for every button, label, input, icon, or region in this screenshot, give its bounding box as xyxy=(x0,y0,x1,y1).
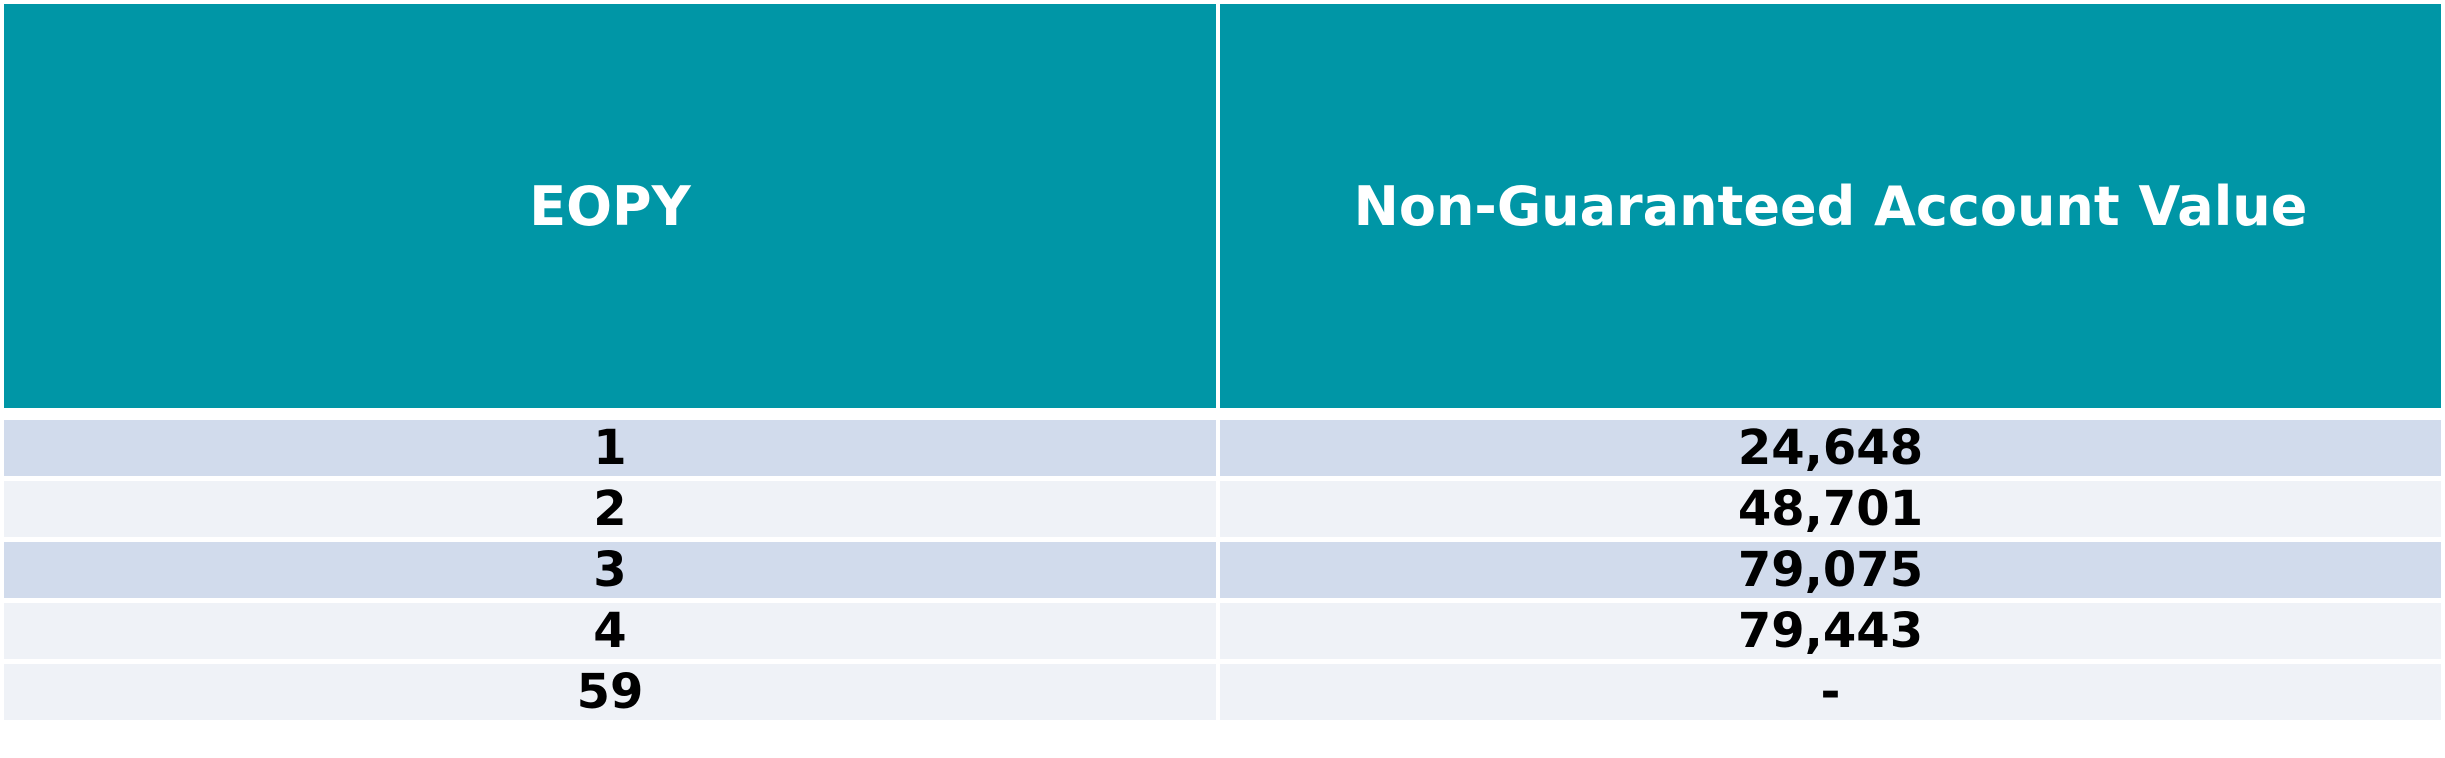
header-row: EOPY Non-Guaranteed Account Value xyxy=(4,4,2441,420)
table-row: 3 79,075 xyxy=(4,542,2441,603)
cell-account-value: 24,648 xyxy=(1220,420,2441,481)
cell-account-value: 48,701 xyxy=(1220,481,2441,542)
cell-eopy: 3 xyxy=(4,542,1220,603)
header-account-value: Non-Guaranteed Account Value xyxy=(1220,4,2441,420)
table-row: 59 - xyxy=(4,664,2441,725)
table-row: 2 48,701 xyxy=(4,481,2441,542)
cell-eopy: 59 xyxy=(4,664,1220,725)
cell-eopy: 4 xyxy=(4,603,1220,664)
cell-account-value: 79,075 xyxy=(1220,542,2441,603)
table-row: 1 24,648 xyxy=(4,420,2441,481)
cell-eopy: 1 xyxy=(4,420,1220,481)
header-eopy: EOPY xyxy=(4,4,1220,420)
account-value-table: EOPY Non-Guaranteed Account Value 1 24,6… xyxy=(4,4,2441,725)
cell-account-value: 79,443 xyxy=(1220,603,2441,664)
cell-account-value: - xyxy=(1220,664,2441,725)
table-row: 4 79,443 xyxy=(4,603,2441,664)
cell-eopy: 2 xyxy=(4,481,1220,542)
